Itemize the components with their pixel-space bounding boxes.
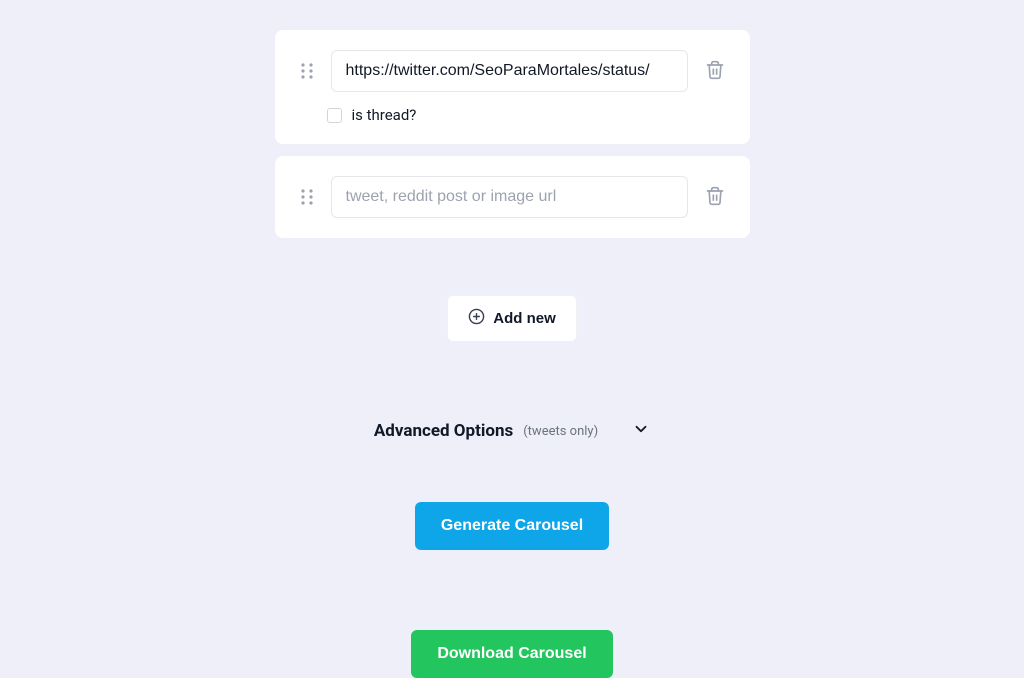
- url-card: is thread?: [275, 30, 750, 144]
- delete-button[interactable]: [702, 183, 728, 212]
- chevron-down-icon: [632, 420, 650, 442]
- thread-label: is thread?: [352, 106, 417, 124]
- drag-handle-icon[interactable]: [297, 185, 317, 209]
- url-input[interactable]: [331, 176, 688, 218]
- advanced-options-toggle[interactable]: Advanced Options (tweets only): [374, 420, 650, 442]
- add-new-button[interactable]: Add new: [447, 295, 577, 342]
- drag-handle-icon[interactable]: [297, 59, 317, 83]
- advanced-options-title: Advanced Options: [374, 421, 513, 441]
- advanced-options-subtitle: (tweets only): [523, 424, 598, 439]
- trash-icon: [705, 60, 725, 83]
- download-carousel-label: Download Carousel: [437, 645, 586, 662]
- thread-option: is thread?: [327, 106, 728, 124]
- plus-circle-icon: [468, 308, 485, 329]
- delete-button[interactable]: [702, 57, 728, 86]
- generate-carousel-label: Generate Carousel: [441, 517, 583, 534]
- trash-icon: [705, 186, 725, 209]
- generate-carousel-button[interactable]: Generate Carousel: [415, 502, 609, 550]
- url-input[interactable]: [331, 50, 688, 92]
- card-row: [297, 50, 728, 92]
- download-carousel-button[interactable]: Download Carousel: [411, 630, 612, 678]
- thread-checkbox[interactable]: [327, 108, 342, 123]
- url-card: [275, 156, 750, 238]
- card-row: [297, 176, 728, 218]
- add-new-label: Add new: [493, 310, 556, 327]
